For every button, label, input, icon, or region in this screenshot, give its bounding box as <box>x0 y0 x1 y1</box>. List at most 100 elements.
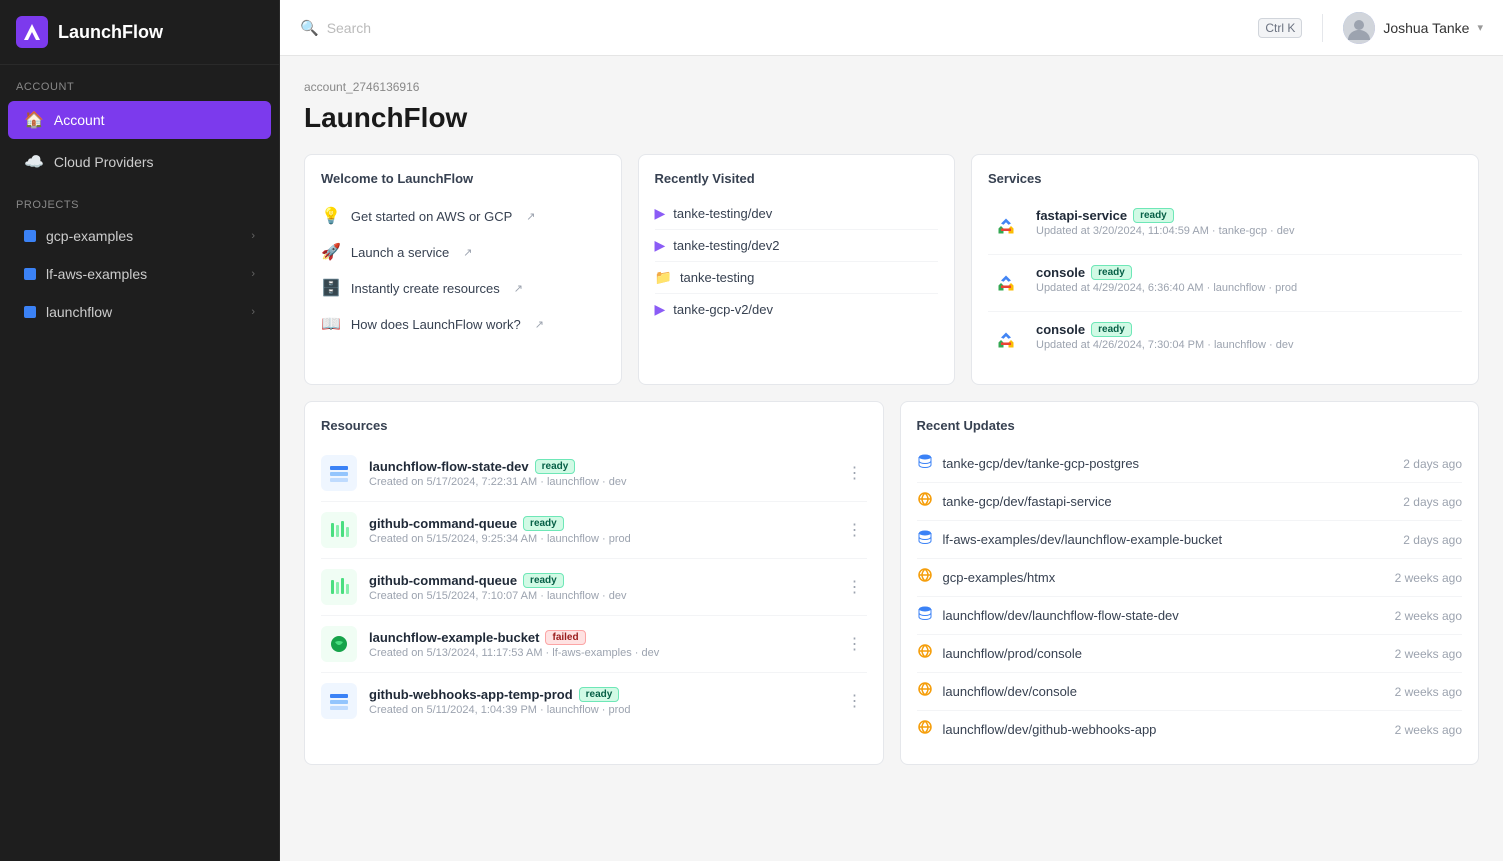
sidebar-item-cloud-providers[interactable]: ☁️ Cloud Providers <box>8 143 271 181</box>
welcome-item-text: How does LaunchFlow work? <box>351 317 521 332</box>
resource-menu-button[interactable]: ⋮ <box>843 573 867 601</box>
user-menu[interactable]: Joshua Tanke ▾ <box>1343 12 1483 44</box>
page-title: LaunchFlow <box>304 102 1479 134</box>
sidebar-item-account[interactable]: 🏠 Account <box>8 101 271 139</box>
app-logo[interactable]: LaunchFlow <box>0 0 279 65</box>
update-path: launchflow/dev/console <box>943 684 1385 699</box>
service-meta: Updated at 4/29/2024, 6:36:40 AM · launc… <box>1036 282 1462 294</box>
resource-info: github-command-queue ready Created on 5/… <box>369 573 831 602</box>
update-item[interactable]: lf-aws-examples/dev/launchflow-example-b… <box>917 521 1463 559</box>
project-dot <box>24 268 36 280</box>
service-item[interactable]: console ready Updated at 4/29/2024, 6:36… <box>988 255 1462 312</box>
update-path: tanke-gcp/dev/fastapi-service <box>943 494 1394 509</box>
sidebar-item-lf-aws-examples[interactable]: lf-aws-examples › <box>8 257 271 291</box>
update-time: 2 weeks ago <box>1395 647 1462 661</box>
status-badge: ready <box>535 459 576 474</box>
visited-item[interactable]: ▶ tanke-gcp-v2/dev <box>655 294 939 325</box>
sidebar-cloud-providers-label: Cloud Providers <box>54 154 255 170</box>
welcome-title: Welcome to LaunchFlow <box>321 171 605 186</box>
resource-menu-button[interactable]: ⋮ <box>843 630 867 658</box>
globe-icon <box>917 567 933 588</box>
breadcrumb: account_2746136916 <box>304 80 1479 94</box>
welcome-item-how-it-works[interactable]: 📖 How does LaunchFlow work? ↗ <box>321 306 605 342</box>
update-time: 2 days ago <box>1403 457 1462 471</box>
visited-path: tanke-gcp-v2/dev <box>673 302 773 317</box>
service-meta: Updated at 4/26/2024, 7:30:04 PM · launc… <box>1036 339 1462 351</box>
status-badge: ready <box>523 516 564 531</box>
resource-menu-button[interactable]: ⋮ <box>843 459 867 487</box>
keyboard-shortcut: Ctrl K <box>1258 18 1302 38</box>
resource-item: launchflow-flow-state-dev ready Created … <box>321 445 867 502</box>
update-path: launchflow/dev/github-webhooks-app <box>943 722 1385 737</box>
welcome-item-text: Get started on AWS or GCP <box>351 209 512 224</box>
update-path: tanke-gcp/dev/tanke-gcp-postgres <box>943 456 1394 471</box>
welcome-item-get-started[interactable]: 💡 Get started on AWS or GCP ↗ <box>321 198 605 234</box>
service-info: console ready Updated at 4/29/2024, 6:36… <box>1036 265 1462 294</box>
project-dot <box>24 306 36 318</box>
service-name: console ready <box>1036 265 1462 280</box>
avatar <box>1343 12 1375 44</box>
welcome-item-launch-service[interactable]: 🚀 Launch a service ↗ <box>321 234 605 270</box>
globe-icon <box>917 681 933 702</box>
resource-item: github-command-queue ready Created on 5/… <box>321 559 867 616</box>
service-logo <box>988 265 1024 301</box>
search-icon: 🔍 <box>300 19 319 37</box>
visited-item[interactable]: ▶ tanke-testing/dev <box>655 198 939 230</box>
status-badge: ready <box>1091 322 1132 337</box>
globe-icon <box>917 719 933 740</box>
service-item[interactable]: fastapi-service ready Updated at 3/20/20… <box>988 198 1462 255</box>
update-item[interactable]: tanke-gcp/dev/tanke-gcp-postgres 2 days … <box>917 445 1463 483</box>
sidebar-project-label: launchflow <box>46 304 241 320</box>
update-time: 2 weeks ago <box>1395 571 1462 585</box>
resource-name: launchflow-example-bucket failed <box>369 630 831 645</box>
update-item[interactable]: tanke-gcp/dev/fastapi-service 2 days ago <box>917 483 1463 521</box>
update-item[interactable]: gcp-examples/htmx 2 weeks ago <box>917 559 1463 597</box>
resource-name: launchflow-flow-state-dev ready <box>369 459 831 474</box>
resource-item: github-webhooks-app-temp-prod ready Crea… <box>321 673 867 729</box>
update-item[interactable]: launchflow/dev/github-webhooks-app 2 wee… <box>917 711 1463 748</box>
service-icon: ▶ <box>655 301 666 318</box>
resource-info: github-command-queue ready Created on 5/… <box>369 516 831 545</box>
sidebar-account-label: Account <box>54 112 255 128</box>
resource-name: github-command-queue ready <box>369 573 831 588</box>
resources-title: Resources <box>321 418 867 433</box>
visited-item[interactable]: ▶ tanke-testing/dev2 <box>655 230 939 262</box>
visited-item[interactable]: 📁 tanke-testing <box>655 262 939 294</box>
update-time: 2 days ago <box>1403 495 1462 509</box>
resource-menu-button[interactable]: ⋮ <box>843 516 867 544</box>
status-badge: failed <box>545 630 585 645</box>
top-grid: Welcome to LaunchFlow 💡 Get started on A… <box>304 154 1479 385</box>
update-item[interactable]: launchflow/prod/console 2 weeks ago <box>917 635 1463 673</box>
update-item[interactable]: launchflow/dev/launchflow-flow-state-dev… <box>917 597 1463 635</box>
resource-meta: Created on 5/15/2024, 9:25:34 AM · launc… <box>369 533 831 545</box>
service-icon: ▶ <box>655 205 666 222</box>
recently-visited-title: Recently Visited <box>655 171 939 186</box>
main-content: 🔍 Search Ctrl K Joshua Tanke ▾ account_2… <box>280 0 1503 861</box>
resource-icon <box>321 455 357 491</box>
service-item[interactable]: console ready Updated at 4/26/2024, 7:30… <box>988 312 1462 368</box>
resource-info: launchflow-flow-state-dev ready Created … <box>369 459 831 488</box>
globe-icon <box>917 491 933 512</box>
status-badge: ready <box>1133 208 1174 223</box>
resource-menu-button[interactable]: ⋮ <box>843 687 867 715</box>
services-title: Services <box>988 171 1462 186</box>
update-time: 2 weeks ago <box>1395 723 1462 737</box>
update-item[interactable]: launchflow/dev/console 2 weeks ago <box>917 673 1463 711</box>
sidebar-item-launchflow[interactable]: launchflow › <box>8 295 271 329</box>
sidebar-item-gcp-examples[interactable]: gcp-examples › <box>8 219 271 253</box>
welcome-item-create-resources[interactable]: 🗄️ Instantly create resources ↗ <box>321 270 605 306</box>
recently-visited-card: Recently Visited ▶ tanke-testing/dev ▶ t… <box>638 154 956 385</box>
db-icon <box>917 529 933 550</box>
resource-meta: Created on 5/11/2024, 1:04:39 PM · launc… <box>369 704 831 716</box>
cloud-icon: ☁️ <box>24 152 44 172</box>
external-link-icon: ↗ <box>535 318 544 331</box>
page-content: account_2746136916 LaunchFlow Welcome to… <box>280 56 1503 861</box>
update-path: lf-aws-examples/dev/launchflow-example-b… <box>943 532 1394 547</box>
rocket-icon: 🚀 <box>321 242 341 262</box>
db-icon <box>917 453 933 474</box>
status-badge: ready <box>1091 265 1132 280</box>
resource-meta: Created on 5/13/2024, 11:17:53 AM · lf-a… <box>369 647 831 659</box>
resource-meta: Created on 5/15/2024, 7:10:07 AM · launc… <box>369 590 831 602</box>
status-badge: ready <box>523 573 564 588</box>
search-area[interactable]: 🔍 Search <box>300 19 1246 37</box>
